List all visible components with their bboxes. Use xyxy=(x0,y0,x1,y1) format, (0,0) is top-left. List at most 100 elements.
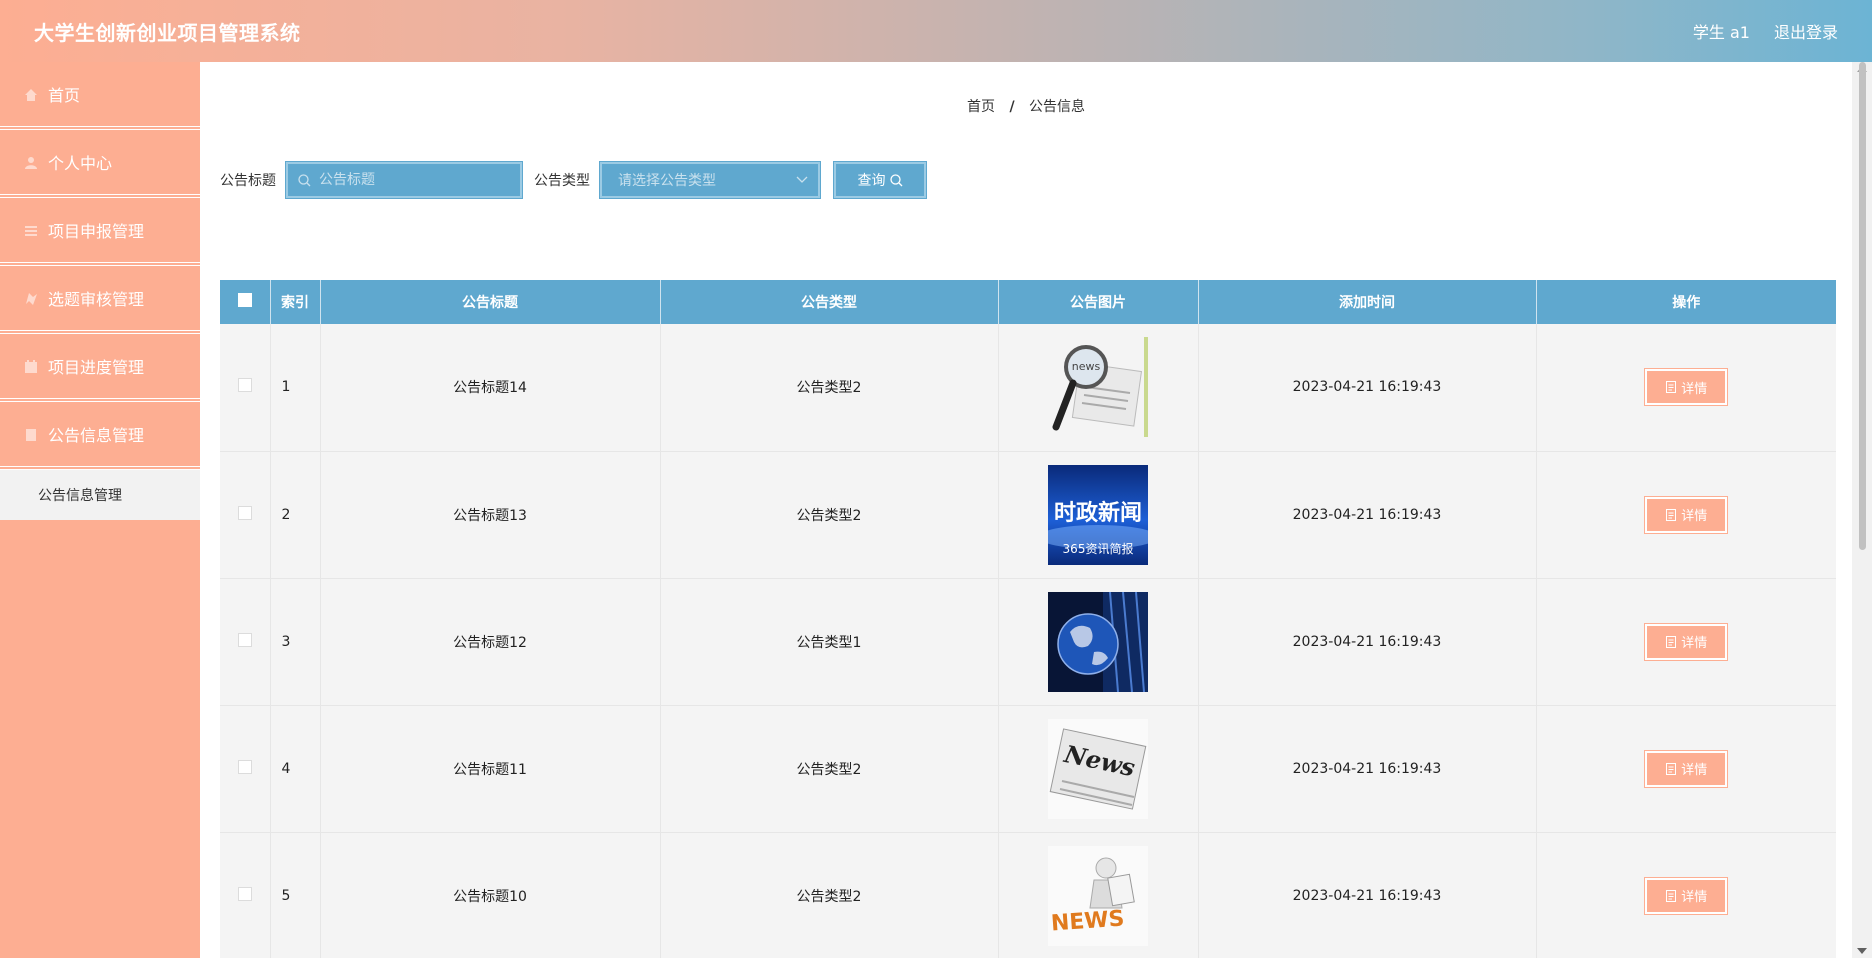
notice-table: 索引 公告标题 公告类型 公告图片 添加时间 操作 1 公告标题14 公告类型2 xyxy=(220,280,1836,958)
scroll-down-icon[interactable] xyxy=(1857,948,1867,954)
row-type: 公告类型1 xyxy=(660,578,999,706)
row-checkbox[interactable] xyxy=(237,632,252,647)
breadcrumb-current: 公告信息 xyxy=(1029,99,1086,115)
row-title: 公告标题13 xyxy=(320,451,661,579)
sidebar-item-label: 个人中心 xyxy=(48,154,113,173)
svg-text:时政新闻: 时政新闻 xyxy=(1054,500,1142,526)
row-index: 3 xyxy=(270,578,321,706)
table-row: 1 公告标题14 公告类型2 news 2023-04-21 16:19:43 … xyxy=(220,324,1836,452)
row-action-cell: 详情 xyxy=(1536,324,1836,452)
row-time: 2023-04-21 16:19:43 xyxy=(1198,705,1537,833)
detail-button[interactable]: 详情 xyxy=(1644,368,1729,407)
select-all-cell xyxy=(220,280,271,324)
detail-button[interactable]: 详情 xyxy=(1644,749,1729,788)
detail-button[interactable]: 详情 xyxy=(1644,876,1729,915)
column-header-image: 公告图片 xyxy=(998,280,1199,324)
logout-link[interactable]: 退出登录 xyxy=(1774,19,1838,43)
sidebar-item-label: 选题审核管理 xyxy=(48,290,145,309)
query-button-label: 查询 xyxy=(857,173,886,189)
search-icon xyxy=(889,173,903,187)
table-header-row: 索引 公告标题 公告类型 公告图片 添加时间 操作 xyxy=(220,280,1836,324)
column-header-type: 公告类型 xyxy=(660,280,999,324)
row-title: 公告标题11 xyxy=(320,705,661,833)
document-icon xyxy=(1666,762,1677,775)
row-index: 1 xyxy=(270,324,321,452)
sidebar-item-project-apply[interactable]: 项目申报管理 xyxy=(0,198,200,266)
breadcrumb: 首页 / 公告信息 xyxy=(200,96,1852,116)
detail-button[interactable]: 详情 xyxy=(1644,495,1729,534)
sidebar-item-home[interactable]: 首页 xyxy=(0,62,200,130)
search-bar: 公告标题 公告类型 请选择公告类型 查询 xyxy=(220,161,927,199)
svg-text:NEWS: NEWS xyxy=(1050,906,1125,936)
detail-button-label: 详情 xyxy=(1681,890,1708,905)
political-news-image: 时政新闻 365资讯简报 xyxy=(1048,464,1148,565)
figure-news-image: NEWS xyxy=(1048,845,1148,946)
row-time: 2023-04-21 16:19:43 xyxy=(1198,832,1537,958)
menu-icon xyxy=(24,223,38,237)
sidebar-item-topic-review[interactable]: 选题审核管理 xyxy=(0,266,200,334)
table-row: 5 公告标题10 公告类型2 NEWS 2023-04-21 16:19:43 xyxy=(220,832,1836,958)
notice-icon xyxy=(24,427,38,441)
row-type: 公告类型2 xyxy=(660,832,999,958)
sidebar-item-progress[interactable]: 项目进度管理 xyxy=(0,334,200,402)
app-title: 大学生创新创业项目管理系统 xyxy=(34,20,301,45)
sidebar-item-profile[interactable]: 个人中心 xyxy=(0,130,200,198)
table-row: 3 公告标题12 公告类型1 2023-04-21 16:19:43 详情 xyxy=(220,578,1836,706)
row-checkbox[interactable] xyxy=(237,886,252,901)
current-user[interactable]: 学生 a1 xyxy=(1693,19,1750,43)
breadcrumb-home[interactable]: 首页 xyxy=(967,99,995,115)
main-content: 首页 / 公告信息 公告标题 公告类型 请选择公告类型 查询 xyxy=(200,62,1852,958)
document-icon xyxy=(1666,381,1677,394)
row-type: 公告类型2 xyxy=(660,451,999,579)
sidebar-item-label: 首页 xyxy=(48,86,81,105)
search-icon xyxy=(298,173,311,187)
table-row: 2 公告标题13 公告类型2 时政新闻 365资讯简报 2023-04-21 1… xyxy=(220,451,1836,579)
row-select-cell xyxy=(220,324,271,452)
row-checkbox[interactable] xyxy=(237,378,252,393)
column-header-time: 添加时间 xyxy=(1198,280,1537,324)
row-title: 公告标题14 xyxy=(320,324,661,452)
row-type: 公告类型2 xyxy=(660,324,999,452)
row-select-cell xyxy=(220,451,271,579)
news-magnifier-image: news xyxy=(1048,337,1148,438)
query-button[interactable]: 查询 xyxy=(833,161,927,199)
svg-text:news: news xyxy=(1072,360,1101,373)
row-select-cell xyxy=(220,832,271,958)
row-image-cell xyxy=(998,578,1199,706)
audit-icon xyxy=(24,291,38,305)
row-title: 公告标题12 xyxy=(320,578,661,706)
sidebar-item-notice[interactable]: 公告信息管理 xyxy=(0,402,200,470)
select-all-checkbox[interactable] xyxy=(237,293,252,307)
type-select[interactable]: 请选择公告类型 xyxy=(599,161,821,199)
column-header-title: 公告标题 xyxy=(320,280,661,324)
column-header-action: 操作 xyxy=(1536,280,1836,324)
row-checkbox[interactable] xyxy=(237,505,252,520)
row-title: 公告标题10 xyxy=(320,832,661,958)
title-search-field[interactable] xyxy=(285,161,523,199)
svg-text:365资讯简报: 365资讯简报 xyxy=(1063,541,1134,556)
row-checkbox[interactable] xyxy=(237,759,252,774)
row-select-cell xyxy=(220,578,271,706)
row-action-cell: 详情 xyxy=(1536,832,1836,958)
detail-button-label: 详情 xyxy=(1681,381,1708,397)
calendar-icon xyxy=(24,359,38,373)
row-select-cell xyxy=(220,705,271,833)
scroll-thumb[interactable] xyxy=(1859,62,1866,550)
row-index: 2 xyxy=(270,451,321,579)
sidebar-item-label: 项目申报管理 xyxy=(48,222,145,241)
title-search-input[interactable] xyxy=(319,172,509,188)
page-scrollbar[interactable] xyxy=(1852,62,1872,958)
row-index: 4 xyxy=(270,705,321,833)
row-time: 2023-04-21 16:19:43 xyxy=(1198,578,1537,706)
user-icon xyxy=(24,155,38,169)
newspaper-image: News xyxy=(1048,718,1148,819)
document-icon xyxy=(1666,889,1677,902)
breadcrumb-separator: / xyxy=(1009,99,1015,115)
row-action-cell: 详情 xyxy=(1536,451,1836,579)
row-time: 2023-04-21 16:19:43 xyxy=(1198,451,1537,579)
submenu-item-notice-manage[interactable]: 公告信息管理 xyxy=(0,470,200,520)
detail-button-label: 详情 xyxy=(1681,763,1708,778)
row-image-cell: news xyxy=(998,324,1199,452)
row-type: 公告类型2 xyxy=(660,705,999,833)
detail-button[interactable]: 详情 xyxy=(1644,622,1729,661)
